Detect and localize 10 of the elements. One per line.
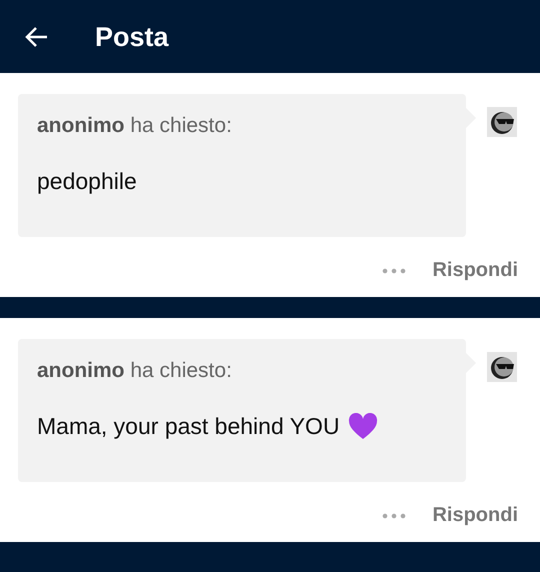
sunglasses-avatar-icon[interactable] [487, 352, 517, 382]
ask-heading: anonimo ha chiesto: [37, 359, 232, 382]
sunglasses-avatar-icon[interactable] [487, 107, 517, 137]
ask-heading: anonimo ha chiesto: [37, 114, 232, 137]
reply-button[interactable]: Rispondi [432, 504, 518, 527]
back-icon[interactable] [25, 26, 49, 48]
question-text: pedophile [37, 168, 137, 195]
question-text: Mama, your past behind YOU [37, 413, 340, 440]
page-title: Posta [95, 21, 169, 53]
reply-button[interactable]: Rispondi [432, 259, 518, 282]
